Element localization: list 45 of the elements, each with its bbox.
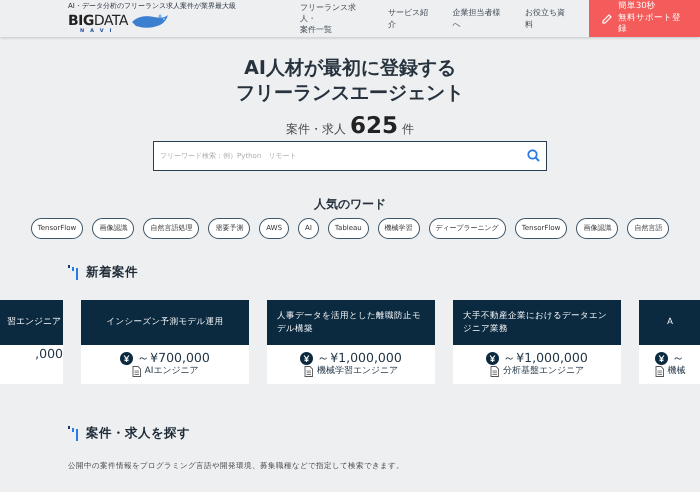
salary-text: ～¥1,000,000 [503,352,588,365]
salary-text: ,000 [35,348,63,361]
job-card[interactable]: A ～ 機械 [639,300,700,384]
nav-link[interactable]: フリーランス求人・ 案件一覧 [290,2,379,36]
hero-title: フリーランスエージェント [236,80,464,106]
job-title: 大手不動産企業におけるデータエンジニア業務 [453,300,621,346]
job-card[interactable]: インシーズン予測モデル運用 ～¥700,000 AIエンジニア [81,300,249,384]
salary-text: ～ [672,352,685,365]
document-icon [304,366,314,378]
section-title: 案件・求人を探す [86,424,190,442]
document-icon [490,366,500,378]
job-count: 625 [350,115,398,138]
job-card[interactable]: 人事データを活用とした離職防止モデル構築 ～¥1,000,000 機械学習エンジニア [267,300,435,384]
job-category: 分析基盤エンジニア [503,366,584,378]
job-title: A [639,300,700,346]
job-card[interactable]: 習エンジニア ,000 [0,300,63,384]
yen-icon [300,352,314,366]
nav-link[interactable]: サービス紹介 [378,7,444,30]
document-icon [654,366,664,378]
salary-text: ～¥700,000 [137,352,210,365]
count-label: 案件・求人 [286,121,346,138]
document-icon [132,366,142,378]
count-unit: 件 [402,121,414,138]
yen-icon [486,352,500,366]
job-category: AIエンジニア [144,366,198,378]
hero-title: AI人材が最初に登録する [244,56,456,81]
search-icon [527,149,540,162]
job-title: インシーズン予測モデル運用 [81,300,249,346]
logo-text[interactable]: BIGDATA [68,14,128,28]
yen-icon [120,352,134,366]
nav-link[interactable]: 企業担当者様へ [444,7,516,30]
salary-text: ～¥1,000,000 [317,352,402,365]
job-card[interactable]: 大手不動産企業におけるデータエンジニア業務 ～¥1,000,000 分析基盤エンジニア [453,300,621,384]
whale-logo-icon [130,12,170,29]
bars-icon [68,265,78,280]
yen-icon [655,352,668,366]
pencil-icon [600,12,613,24]
bars-icon [68,426,78,441]
job-title: 習エンジニア [0,300,63,346]
job-category: 機械 [668,366,686,378]
job-title: 人事データを活用とした離職防止モデル構築 [267,300,435,346]
section-title: 新着案件 [86,263,138,282]
job-category: 機械学習エンジニア [317,366,398,378]
section-title: 人気のワード [313,196,387,214]
nav-link[interactable]: お役立ち資料 [516,7,581,30]
